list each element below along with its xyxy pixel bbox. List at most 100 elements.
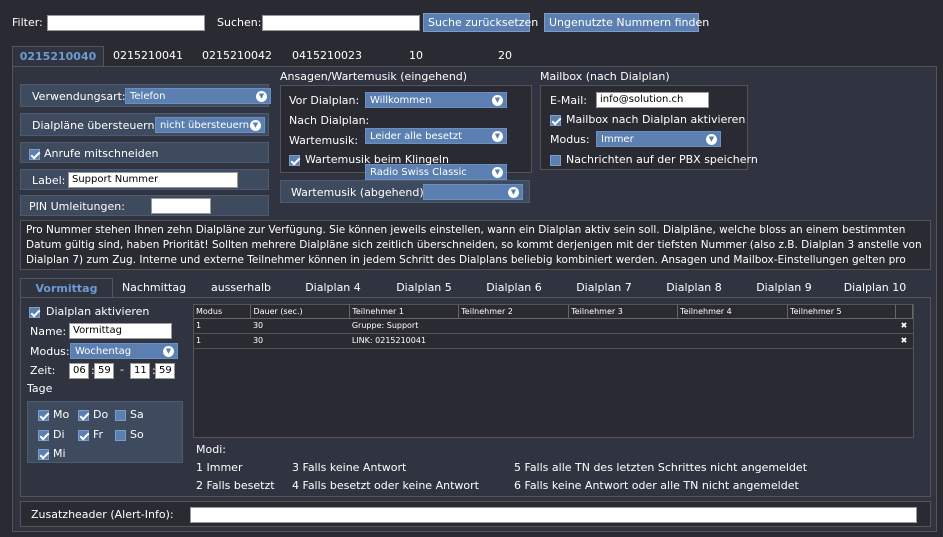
tab-number-2[interactable]: 0215210042 <box>192 46 282 66</box>
mailbox-mode-value: Immer <box>601 134 634 145</box>
day-di-checkbox[interactable] <box>38 429 49 441</box>
ring-music-checkbox[interactable] <box>289 154 300 166</box>
search-input[interactable] <box>262 15 420 31</box>
before-dialplan-label: Vor Dialplan: <box>289 94 360 107</box>
number-tabs: 0215210040 0215210041 0215210042 0415210… <box>12 46 937 68</box>
cell <box>677 333 788 349</box>
tab-dialplan-4[interactable]: Dialplan 5 <box>379 278 469 298</box>
tab-dialplan-5[interactable]: Dialplan 6 <box>469 278 559 298</box>
time-to-minute[interactable]: 59 <box>155 363 175 379</box>
usage-select[interactable]: Telefon ▼ <box>125 88 271 104</box>
alert-info-row: Zusatzheader (Alert-Info): <box>20 501 931 527</box>
before-dialplan-value: Willkommen <box>370 95 432 106</box>
mode-item: 2 Falls besetzt <box>196 479 275 492</box>
mailbox-activate-checkbox[interactable] <box>550 114 561 126</box>
tab-dialplan-7[interactable]: Dialplan 8 <box>649 278 739 298</box>
filter-input[interactable] <box>47 15 205 31</box>
override-value: nicht übersteuern <box>160 120 250 131</box>
tab-dialplan-6[interactable]: Dialplan 7 <box>559 278 649 298</box>
steps-table: Modus Dauer (sec.) Teilnehmer 1 Teilnehm… <box>194 305 913 349</box>
outgoing-music-row: Wartemusik (abgehend): ▼ <box>280 180 530 203</box>
day-fr-label: Fr <box>93 428 104 441</box>
cell <box>568 333 678 349</box>
pin-input[interactable] <box>151 198 211 214</box>
chevron-down-icon: ▼ <box>163 346 174 357</box>
pin-row: PIN Umleitungen: <box>20 195 269 216</box>
days-label: Tage <box>27 382 53 395</box>
alert-info-label: Zusatzheader (Alert-Info): <box>31 508 174 521</box>
alert-info-input[interactable] <box>190 507 917 523</box>
day-fr-checkbox[interactable] <box>78 429 89 441</box>
time-to-hour[interactable]: 11 <box>130 363 150 379</box>
tab-dialplan-1[interactable]: Nachmittag <box>113 278 195 298</box>
music-select[interactable]: Radio Swiss Classic ▼ <box>365 164 507 180</box>
day-so-label: So <box>130 428 144 441</box>
time-from-hour[interactable]: 06 <box>69 363 89 379</box>
steps-table-wrap: Modus Dauer (sec.) Teilnehmer 1 Teilnehm… <box>193 304 914 438</box>
delete-icon[interactable]: ✖ <box>895 333 913 349</box>
record-label: Anrufe mitschneiden <box>44 147 159 160</box>
col-header: Teilnehmer 4 <box>677 305 789 319</box>
outgoing-music-select[interactable]: ▼ <box>423 184 523 200</box>
override-label: Dialpläne übersteuern: <box>32 119 159 132</box>
tab-number-5[interactable]: 20 <box>460 46 550 66</box>
cell: 1 <box>194 318 251 334</box>
store-messages-label: Nachrichten auf der PBX speichern <box>566 153 758 166</box>
day-mo-checkbox[interactable] <box>38 409 49 421</box>
announcements-box: Vor Dialplan: Willkommen ▼ Nach Dialplan:… <box>280 85 532 180</box>
tab-dialplan-0[interactable]: Vormittag <box>20 278 113 298</box>
dialplan-name-label: Name: <box>30 325 67 338</box>
col-header: Teilnehmer 3 <box>568 305 679 319</box>
chevron-down-icon: ▼ <box>492 131 503 142</box>
table-row[interactable]: 1 30 Gruppe: Support ✖ <box>194 318 913 334</box>
announcements-title: Ansagen/Wartemusik (eingehend) <box>280 70 468 83</box>
dialplan-mode-select[interactable]: Wochentag ▼ <box>70 343 178 359</box>
day-di-label: Di <box>53 428 65 441</box>
find-unused-numbers-button[interactable]: Ungenutzte Nummern finden <box>544 13 709 32</box>
day-do-checkbox[interactable] <box>78 409 89 421</box>
time-from-minute[interactable]: 59 <box>94 363 114 379</box>
delete-icon[interactable]: ✖ <box>895 318 913 334</box>
day-mo-label: Mo <box>53 408 70 421</box>
cell <box>458 318 569 334</box>
cell: 30 <box>250 318 350 334</box>
tab-dialplan-3[interactable]: Dialplan 4 <box>287 278 379 298</box>
table-row[interactable]: 1 30 LINK: 0215210041 ✖ <box>194 333 913 349</box>
chevron-down-icon: ▼ <box>492 95 503 106</box>
tab-number-0[interactable]: 0215210040 <box>12 46 104 66</box>
tab-number-1[interactable]: 0215210041 <box>104 46 192 66</box>
day-so-checkbox[interactable] <box>115 429 126 441</box>
tab-dialplan-8[interactable]: Dialplan 9 <box>739 278 829 298</box>
store-messages-checkbox[interactable] <box>550 154 561 166</box>
info-text: Pro Nummer stehen Ihnen zehn Dialpläne z… <box>20 220 931 270</box>
cell: 30 <box>250 333 350 349</box>
cell: 1 <box>194 333 251 349</box>
after-dialplan-select[interactable]: Leider alle besetzt ▼ <box>365 128 507 144</box>
tab-number-4[interactable]: 10 <box>372 46 460 66</box>
reset-search-button[interactable]: Suche zurücksetzen <box>423 13 538 32</box>
email-input[interactable]: info@solution.ch <box>596 92 709 108</box>
email-label: E-Mail: <box>550 94 587 107</box>
dialplan-activate-checkbox[interactable] <box>29 306 40 318</box>
day-sa-checkbox[interactable] <box>115 409 126 421</box>
day-mi-checkbox[interactable] <box>38 448 49 460</box>
usage-value: Telefon <box>130 91 166 102</box>
override-select[interactable]: nicht übersteuern ▼ <box>155 117 265 133</box>
tab-dialplan-2[interactable]: ausserhalb <box>195 278 287 298</box>
dialplan-name-input[interactable]: Vormittag <box>69 323 172 339</box>
record-checkbox[interactable] <box>29 148 40 160</box>
steps-table-header: Modus Dauer (sec.) Teilnehmer 1 Teilnehm… <box>194 305 913 319</box>
mailbox-mode-select[interactable]: Immer ▼ <box>596 131 721 147</box>
cell: LINK: 0215210041 <box>349 333 459 349</box>
mode-item: 6 Falls keine Antwort oder alle TN nicht… <box>514 479 799 492</box>
mode-item: 4 Falls besetzt oder keine Antwort <box>292 479 479 492</box>
time-separator: - <box>120 363 124 376</box>
before-dialplan-select[interactable]: Willkommen ▼ <box>365 92 507 108</box>
chevron-down-icon: ▼ <box>250 120 261 131</box>
tab-number-3[interactable]: 0415210023 <box>282 46 372 66</box>
tab-dialplan-9[interactable]: Dialplan 10 <box>829 278 921 298</box>
label-input[interactable]: Support Nummer <box>68 172 238 188</box>
after-dialplan-label: Nach Dialplan: <box>289 114 370 127</box>
col-header: Modus <box>194 305 252 319</box>
cell: Gruppe: Support <box>349 318 459 334</box>
